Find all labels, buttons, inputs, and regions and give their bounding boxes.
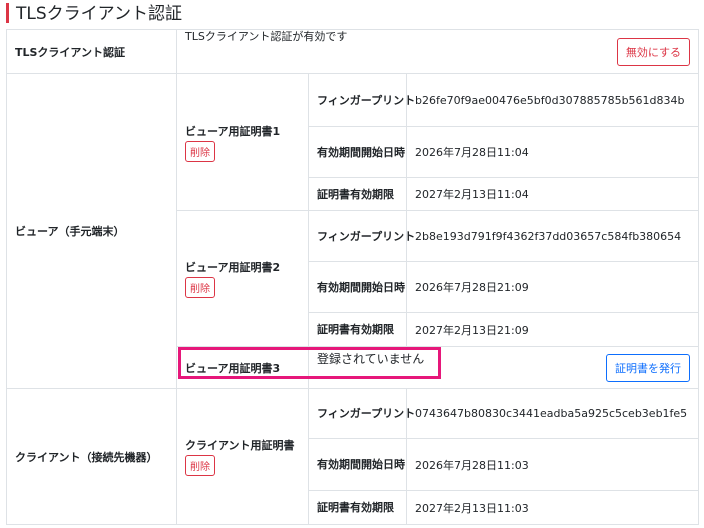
delete-viewer-cert2-button[interactable]: 削除 — [185, 277, 215, 298]
viewer-cert3-status-cell: 登録されていません 証明書を発行 — [308, 346, 699, 389]
field-fingerprint: フィンガープリント — [308, 73, 415, 127]
field-valid-to: 証明書有効期限 — [308, 177, 407, 211]
tls-row: TLSクライアント認証 TLSクライアント認証が有効です 無効にする — [6, 29, 699, 74]
viewer-cert1-name: ビューア用証明書1 — [185, 124, 281, 138]
disable-tls-button[interactable]: 無効にする — [616, 37, 690, 66]
title-accent-bar — [6, 3, 9, 23]
viewer-cert2-valid-to: 2027年2月13日21:09 — [406, 312, 699, 347]
issue-certificate-button[interactable]: 証明書を発行 — [606, 353, 690, 382]
viewer-cert1-valid-to: 2027年2月13日11:04 — [406, 177, 699, 211]
viewer-cert3-status: 登録されていません — [317, 351, 425, 366]
viewer-cert2-cell: ビューア用証明書2 削除 — [176, 210, 309, 347]
field-valid-from: 有効期間開始日時 — [308, 261, 407, 313]
client-cert-fingerprint-row: クライアント（接続先機器） クライアント用証明書 削除 フィンガープリント 07… — [6, 388, 699, 525]
viewer-cert2-valid-from: 2026年7月28日21:09 — [406, 261, 699, 313]
field-valid-from: 有効期間開始日時 — [308, 126, 407, 178]
field-valid-from: 有効期間開始日時 — [308, 438, 407, 491]
viewer-cert3-name: ビューア用証明書3 — [176, 346, 309, 389]
client-cert-valid-from: 2026年7月28日11:03 — [406, 438, 699, 491]
field-fingerprint: フィンガープリント — [308, 388, 415, 439]
viewer-cert2-fingerprint: 2b8e193d791f9f4362f37dd03657c584fb380654 — [406, 210, 699, 262]
page-title: TLSクライアント認証 — [16, 4, 182, 24]
viewer-cert1-fingerprint-row: ビューア（手元端末） ビューア用証明書1 削除 フィンガープリント b26fe7… — [6, 73, 699, 389]
tls-settings-table: TLSクライアント認証 TLSクライアント認証が有効です 無効にする ビューア（… — [6, 29, 699, 525]
page-header: TLSクライアント認証 — [6, 0, 698, 30]
viewer-cert1-valid-from: 2026年7月28日11:04 — [406, 126, 699, 178]
client-cert-fingerprint: 0743647b80830c3441eadba5a925c5ceb3eb1fe5 — [406, 388, 699, 439]
client-cert-name: クライアント用証明書 — [185, 439, 295, 452]
field-valid-to: 証明書有効期限 — [308, 490, 407, 525]
tls-status-cell: TLSクライアント認証が有効です 無効にする — [176, 29, 699, 74]
client-cert-cell: クライアント用証明書 削除 — [176, 388, 309, 525]
tls-label: TLSクライアント認証 — [6, 29, 177, 74]
delete-client-cert-button[interactable]: 削除 — [185, 455, 215, 476]
viewer-cert1-cell: ビューア用証明書1 削除 — [176, 73, 309, 211]
viewer-cert2-name: ビューア用証明書2 — [185, 261, 281, 274]
viewer-label: ビューア（手元端末） — [6, 73, 177, 389]
viewer-cert1-fingerprint: b26fe70f9ae00476e5bf0d307885785b561d834b — [406, 73, 699, 127]
client-label: クライアント（接続先機器） — [6, 388, 177, 525]
delete-viewer-cert1-button[interactable]: 削除 — [185, 140, 215, 162]
field-fingerprint: フィンガープリント — [308, 210, 415, 262]
tls-status-text: TLSクライアント認証が有効です — [185, 29, 348, 43]
field-valid-to: 証明書有効期限 — [308, 312, 407, 347]
client-cert-valid-to: 2027年2月13日11:03 — [406, 490, 699, 525]
